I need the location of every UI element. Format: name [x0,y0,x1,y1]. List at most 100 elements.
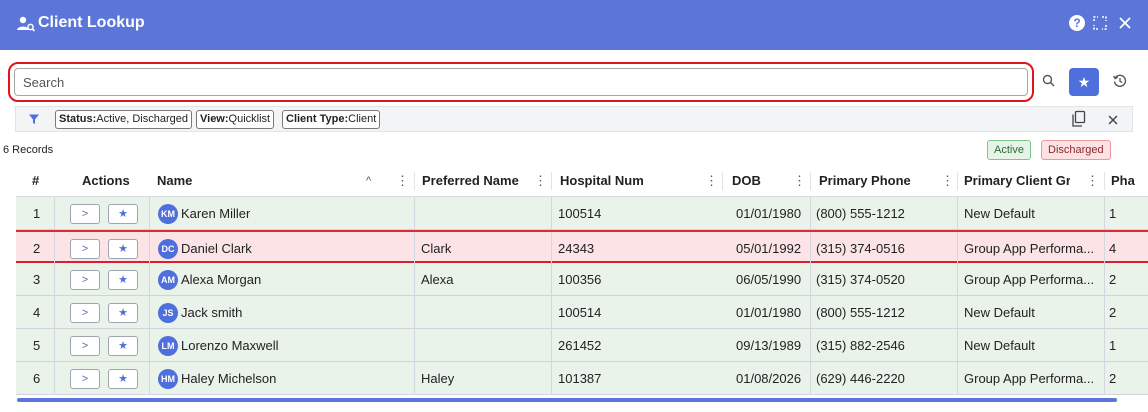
filter-icon[interactable] [28,113,40,125]
expand-icon[interactable] [1092,15,1108,31]
column-menu-icon[interactable]: ⋮ [705,165,718,197]
search-input[interactable] [14,68,1028,96]
primary-client-group: New Default [964,338,1035,353]
dob: 05/01/1992 [736,241,802,256]
favorite-star-icon[interactable]: ★ [108,369,138,389]
client-name-link[interactable]: Alexa Morgan [181,263,261,296]
favorite-star-icon[interactable]: ★ [108,204,138,224]
avatar: DC [158,239,178,259]
horizontal-scrollbar[interactable] [17,398,1117,402]
cell-divider [149,232,150,265]
copy-icon[interactable] [1071,110,1087,128]
table-row[interactable]: 2 > ★ DC Daniel Clark Clark 24343 05/01/… [16,230,1148,265]
filter-bar: Status:Active, Discharged View:Quicklist… [15,106,1133,132]
column-header-preferred-name[interactable]: Preferred Name [422,165,519,197]
search-icon[interactable] [1040,72,1058,90]
table-row[interactable]: 5 > ★ LM Lorenzo Maxwell 261452 09/13/19… [16,329,1148,362]
row-number: 3 [33,272,41,287]
scrollbar-thumb[interactable] [17,398,1117,402]
column-divider[interactable] [414,172,415,190]
client-name-link[interactable]: Karen Miller [181,197,250,230]
cell-divider [414,197,415,230]
filter-chip-view[interactable]: View:Quicklist [196,110,275,129]
favorite-star-icon[interactable]: ★ [108,303,138,323]
client-name-link[interactable]: Lorenzo Maxwell [181,329,279,362]
column-header-hospital-num[interactable]: Hospital Num [560,165,644,197]
filter-chip-client-type[interactable]: Client Type:Client [282,110,381,129]
column-header-pha[interactable]: Pha [1111,165,1135,197]
column-header-name[interactable]: Name [157,165,192,197]
table-row[interactable]: 3 > ★ AM Alexa Morgan Alexa 100356 06/05… [16,263,1148,296]
open-client-button[interactable]: > [70,336,100,356]
open-client-button[interactable]: > [70,303,100,323]
column-divider[interactable] [1104,172,1105,190]
cell-divider [551,296,552,329]
favorite-star-icon[interactable]: ★ [108,336,138,356]
pha: 2 [1109,305,1117,320]
hospital-num: 24343 [558,241,595,256]
primary-phone: (315) 374-0520 [816,272,905,287]
column-header-primary-phone[interactable]: Primary Phone [819,165,911,197]
cell-divider [54,232,55,265]
table-row[interactable]: 1 > ★ KM Karen Miller 100514 01/01/1980 … [16,197,1148,230]
filter-chip-status[interactable]: Status:Active, Discharged [55,110,192,129]
cell-divider [414,232,415,265]
sort-ascending-icon[interactable]: ^ [366,165,371,197]
primary-phone: (629) 446-2220 [816,371,905,386]
column-divider[interactable] [810,172,811,190]
open-client-button[interactable]: > [70,270,100,290]
row-number: 5 [33,338,41,353]
primary-client-group: New Default [964,206,1035,221]
open-client-button[interactable]: > [70,239,100,259]
avatar: KM [158,204,178,224]
avatar: JS [158,303,178,323]
dob: 01/08/2026 [736,371,802,386]
row-number: 4 [33,305,41,320]
column-header-number[interactable]: # [32,165,39,197]
history-icon[interactable] [1112,73,1128,89]
column-menu-icon[interactable]: ⋮ [793,165,806,197]
column-menu-icon[interactable]: ⋮ [1086,165,1099,197]
column-header-dob[interactable]: DOB [732,165,761,197]
favorite-star-icon[interactable]: ★ [108,270,138,290]
legend-active-badge: Active [987,140,1031,160]
cell-divider [54,329,55,362]
column-menu-icon[interactable]: ⋮ [534,165,547,197]
column-menu-icon[interactable]: ⋮ [941,165,954,197]
favorite-star-icon[interactable]: ★ [108,239,138,259]
cell-divider [810,329,811,362]
dob: 09/13/1989 [736,338,802,353]
column-divider[interactable] [551,172,552,190]
search-highlight [8,62,1034,102]
cell-divider [149,329,150,362]
column-divider[interactable] [957,172,958,190]
table-header: # Actions Name ^ ⋮ Preferred Name ⋮ Hosp… [16,165,1148,197]
favorites-button[interactable]: ★ [1069,68,1099,96]
column-menu-icon[interactable]: ⋮ [396,165,409,197]
cell-divider [1104,362,1105,395]
open-client-button[interactable]: > [70,204,100,224]
preferred-name: Alexa [421,272,454,287]
table-row[interactable]: 4 > ★ JS Jack smith 100514 01/01/1980 (8… [16,296,1148,329]
row-number: 2 [33,241,41,256]
clear-icon[interactable] [1106,113,1120,127]
client-name-link[interactable]: Jack smith [181,296,242,329]
column-divider[interactable] [722,172,723,190]
client-name-link[interactable]: Daniel Clark [181,232,252,265]
column-header-primary-client-group[interactable]: Primary Client Gr [964,165,1070,197]
help-icon[interactable]: ? [1069,15,1085,31]
cell-divider [551,263,552,296]
cell-divider [551,232,552,265]
table-row[interactable]: 6 > ★ HM Haley Michelson Haley 101387 01… [16,362,1148,395]
user-search-icon [17,16,36,32]
open-client-button[interactable]: > [70,369,100,389]
cell-divider [957,362,958,395]
legend-discharged-badge: Discharged [1041,140,1111,160]
cell-divider [149,263,150,296]
primary-client-group: Group App Performa... [964,371,1095,386]
client-name-link[interactable]: Haley Michelson [181,362,276,395]
avatar: HM [158,369,178,389]
cell-divider [810,197,811,230]
close-icon[interactable] [1117,15,1133,31]
cell-divider [957,232,958,265]
